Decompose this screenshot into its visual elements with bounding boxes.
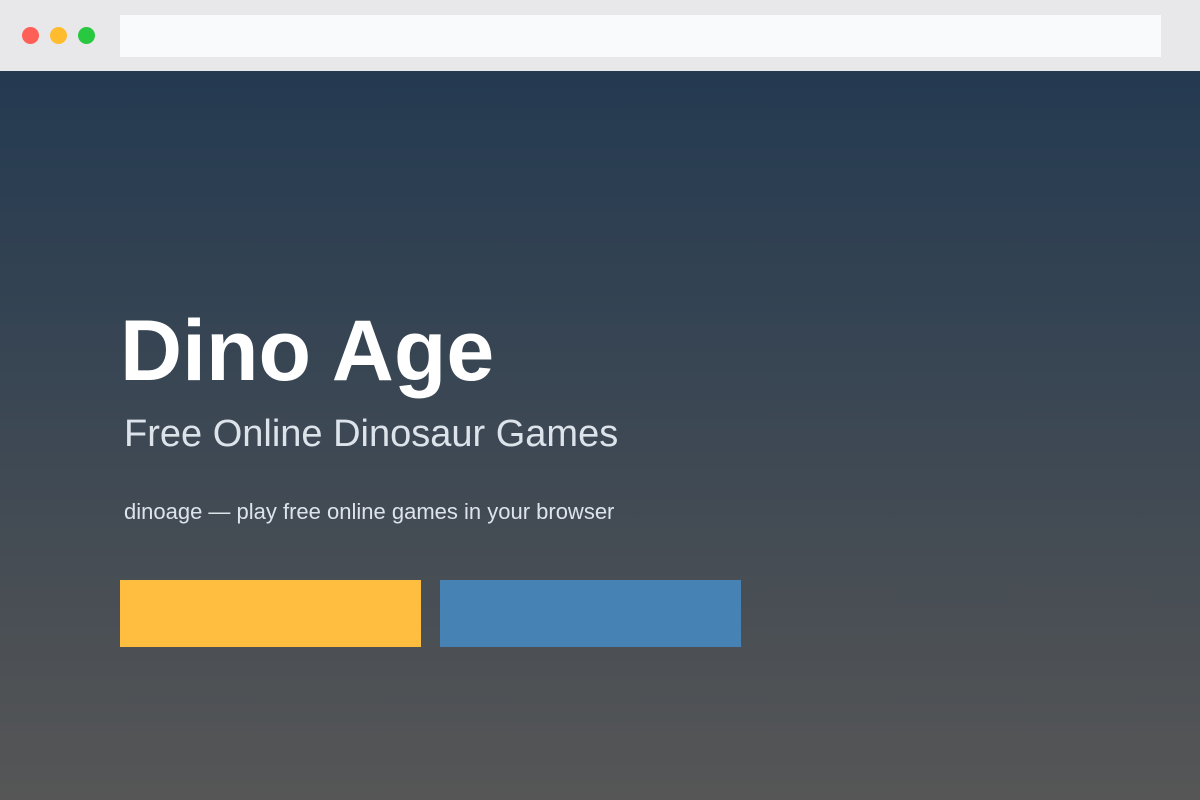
page-title: Dino Age [120,303,495,399]
page-tagline: dinoage — play free online games in your… [124,499,615,524]
close-window-button[interactable] [22,27,39,44]
address-bar-input[interactable] [120,15,1161,57]
maximize-window-button[interactable] [78,27,95,44]
minimize-window-button[interactable] [50,27,67,44]
browser-titlebar [0,0,1200,71]
browser-window: Dino Age Free Online Dinosaur Games dino… [0,0,1200,800]
page-viewport: Dino Age Free Online Dinosaur Games dino… [0,71,1200,800]
page-subtitle: Free Online Dinosaur Games [124,413,619,455]
primary-cta-button[interactable] [120,580,421,647]
secondary-cta-button[interactable] [440,580,741,647]
